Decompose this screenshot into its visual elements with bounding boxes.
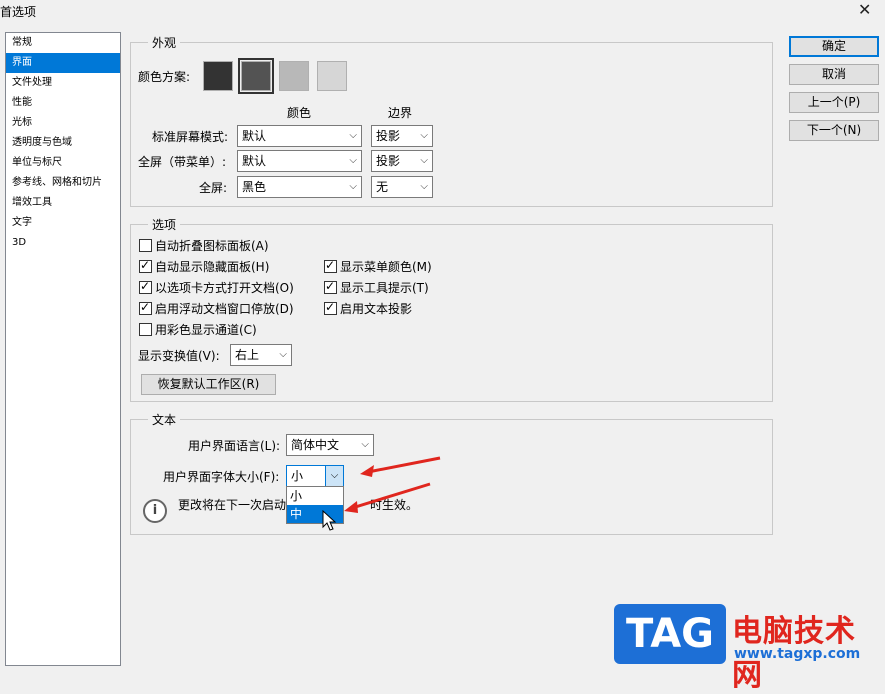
sidebar-item-plugins[interactable]: 增效工具 [6,193,120,213]
transform-values-select[interactable]: 右上 ⌵ [230,344,292,366]
sidebar-item-type[interactable]: 文字 [6,213,120,233]
column-border-header: 边界 [388,106,413,120]
cancel-button[interactable]: 取消 [789,64,879,85]
open-as-tabs-checkbox[interactable]: 以选项卡方式打开文档(O) [139,279,294,296]
text-shadow-checkbox[interactable]: 启用文本投影 [324,300,412,317]
standard-border-value: 投影 [376,129,401,143]
auto-collapse-checkbox[interactable]: 自动折叠图标面板(A) [139,237,269,254]
previous-button[interactable]: 上一个(P) [789,92,879,113]
checkbox-box[interactable] [139,239,152,252]
fullscreen-color-value: 黑色 [242,180,267,194]
fullscreen-menu-border-select[interactable]: 投影 ⌵ [371,150,433,172]
checkbox-label: 显示菜单颜色(M) [340,260,432,274]
info-icon: i [143,499,167,523]
restore-workspace-button[interactable]: 恢复默认工作区(R) [141,374,276,395]
sidebar-item-units[interactable]: 单位与标尺 [6,153,120,173]
chevron-down-icon: ⌵ [349,181,357,192]
checkbox-box[interactable] [139,323,152,336]
floating-dock-checkbox[interactable]: 启用浮动文档窗口停放(D) [139,300,294,317]
checkbox-label: 自动显示隐藏面板(H) [155,260,270,274]
font-size-option-small[interactable]: 小 [287,487,343,505]
window-title: 首选项 [0,5,37,19]
checkbox-label: 启用文本投影 [340,302,413,316]
ui-font-size-value: 小 [291,469,304,483]
sidebar: 常规 界面 文件处理 性能 光标 透明度与色域 单位与标尺 参考线、网格和切片 … [5,32,121,666]
sidebar-item-3d[interactable]: 3D [6,233,120,253]
checkbox-box[interactable] [324,279,337,294]
watermark-url: www.tagxp.com [734,646,861,662]
fullscreen-border-value: 无 [376,180,389,194]
ui-language-value: 简体中文 [291,438,340,452]
checkbox-box[interactable] [324,258,337,273]
swatch-light[interactable] [317,61,347,91]
swatch-darkest[interactable] [203,61,233,91]
standard-border-select[interactable]: 投影 ⌵ [371,125,433,147]
sidebar-item-file-handling[interactable]: 文件处理 [6,73,120,93]
standard-screen-label: 标准屏幕模式: [152,130,229,144]
ui-font-size-select[interactable]: 小 ⌵ [286,465,344,487]
checkbox-box[interactable] [139,258,152,273]
chevron-down-icon: ⌵ [420,130,428,141]
fullscreen-menu-color-value: 默认 [242,154,267,168]
fullscreen-border-select[interactable]: 无 ⌵ [371,176,433,198]
standard-color-value: 默认 [242,129,267,143]
column-color-header: 颜色 [287,106,312,120]
chevron-down-icon: ⌵ [420,155,428,166]
chevron-down-icon: ⌵ [349,155,357,166]
checkbox-label: 自动折叠图标面板(A) [155,239,269,253]
sidebar-item-general[interactable]: 常规 [6,33,120,53]
fullscreen-menu-label: 全屏（带菜单）: [138,155,227,169]
sidebar-item-transparency[interactable]: 透明度与色域 [6,133,120,153]
sidebar-item-guides[interactable]: 参考线、网格和切片 [6,173,120,193]
checkbox-box[interactable] [139,300,152,315]
appearance-legend: 外观 [148,34,181,51]
swatch-dark[interactable] [238,58,274,94]
ok-button[interactable]: 确定 [789,36,879,57]
watermark-tag-logo: TAG [614,604,726,664]
checkbox-box[interactable] [139,279,152,294]
checkbox-box[interactable] [324,300,337,315]
close-icon[interactable]: ✕ [858,0,871,19]
fullscreen-menu-color-select[interactable]: 默认 ⌵ [237,150,362,172]
next-button[interactable]: 下一个(N) [789,120,879,141]
checkbox-label: 启用浮动文档窗口停放(D) [155,302,294,316]
chevron-down-icon: ⌵ [349,130,357,141]
fullscreen-color-select[interactable]: 黑色 ⌵ [237,176,362,198]
swatch-medium[interactable] [279,61,309,91]
color-scheme-label: 颜色方案: [138,70,191,84]
checkbox-label: 以选项卡方式打开文档(O) [155,281,294,295]
transform-values-label: 显示变换值(V): [138,349,220,363]
chevron-down-icon: ⌵ [279,349,287,360]
ui-font-size-label: 用户界面字体大小(F): [163,470,280,484]
sidebar-item-cursors[interactable]: 光标 [6,113,120,133]
mouse-cursor-icon [322,510,337,531]
checkbox-label: 用彩色显示通道(C) [155,323,257,337]
text-legend: 文本 [148,411,181,428]
annotation-arrows [344,456,441,513]
sidebar-item-performance[interactable]: 性能 [6,93,120,113]
transform-values-value: 右上 [235,348,260,362]
tooltips-checkbox[interactable]: 显示工具提示(T) [324,279,429,296]
menu-colors-checkbox[interactable]: 显示菜单颜色(M) [324,258,432,275]
ui-language-label: 用户界面语言(L): [188,439,281,453]
info-text-part1: 更改将在下一次启动 [178,498,287,512]
fullscreen-label: 全屏: [199,181,228,195]
fullscreen-menu-border-value: 投影 [376,154,401,168]
color-channels-checkbox[interactable]: 用彩色显示通道(C) [139,321,257,338]
sidebar-item-interface[interactable]: 界面 [6,53,120,73]
checkbox-label: 显示工具提示(T) [340,281,429,295]
standard-color-select[interactable]: 默认 ⌵ [237,125,362,147]
auto-show-hidden-checkbox[interactable]: 自动显示隐藏面板(H) [139,258,269,275]
chevron-down-icon: ⌵ [420,181,428,192]
options-legend: 选项 [148,216,181,233]
